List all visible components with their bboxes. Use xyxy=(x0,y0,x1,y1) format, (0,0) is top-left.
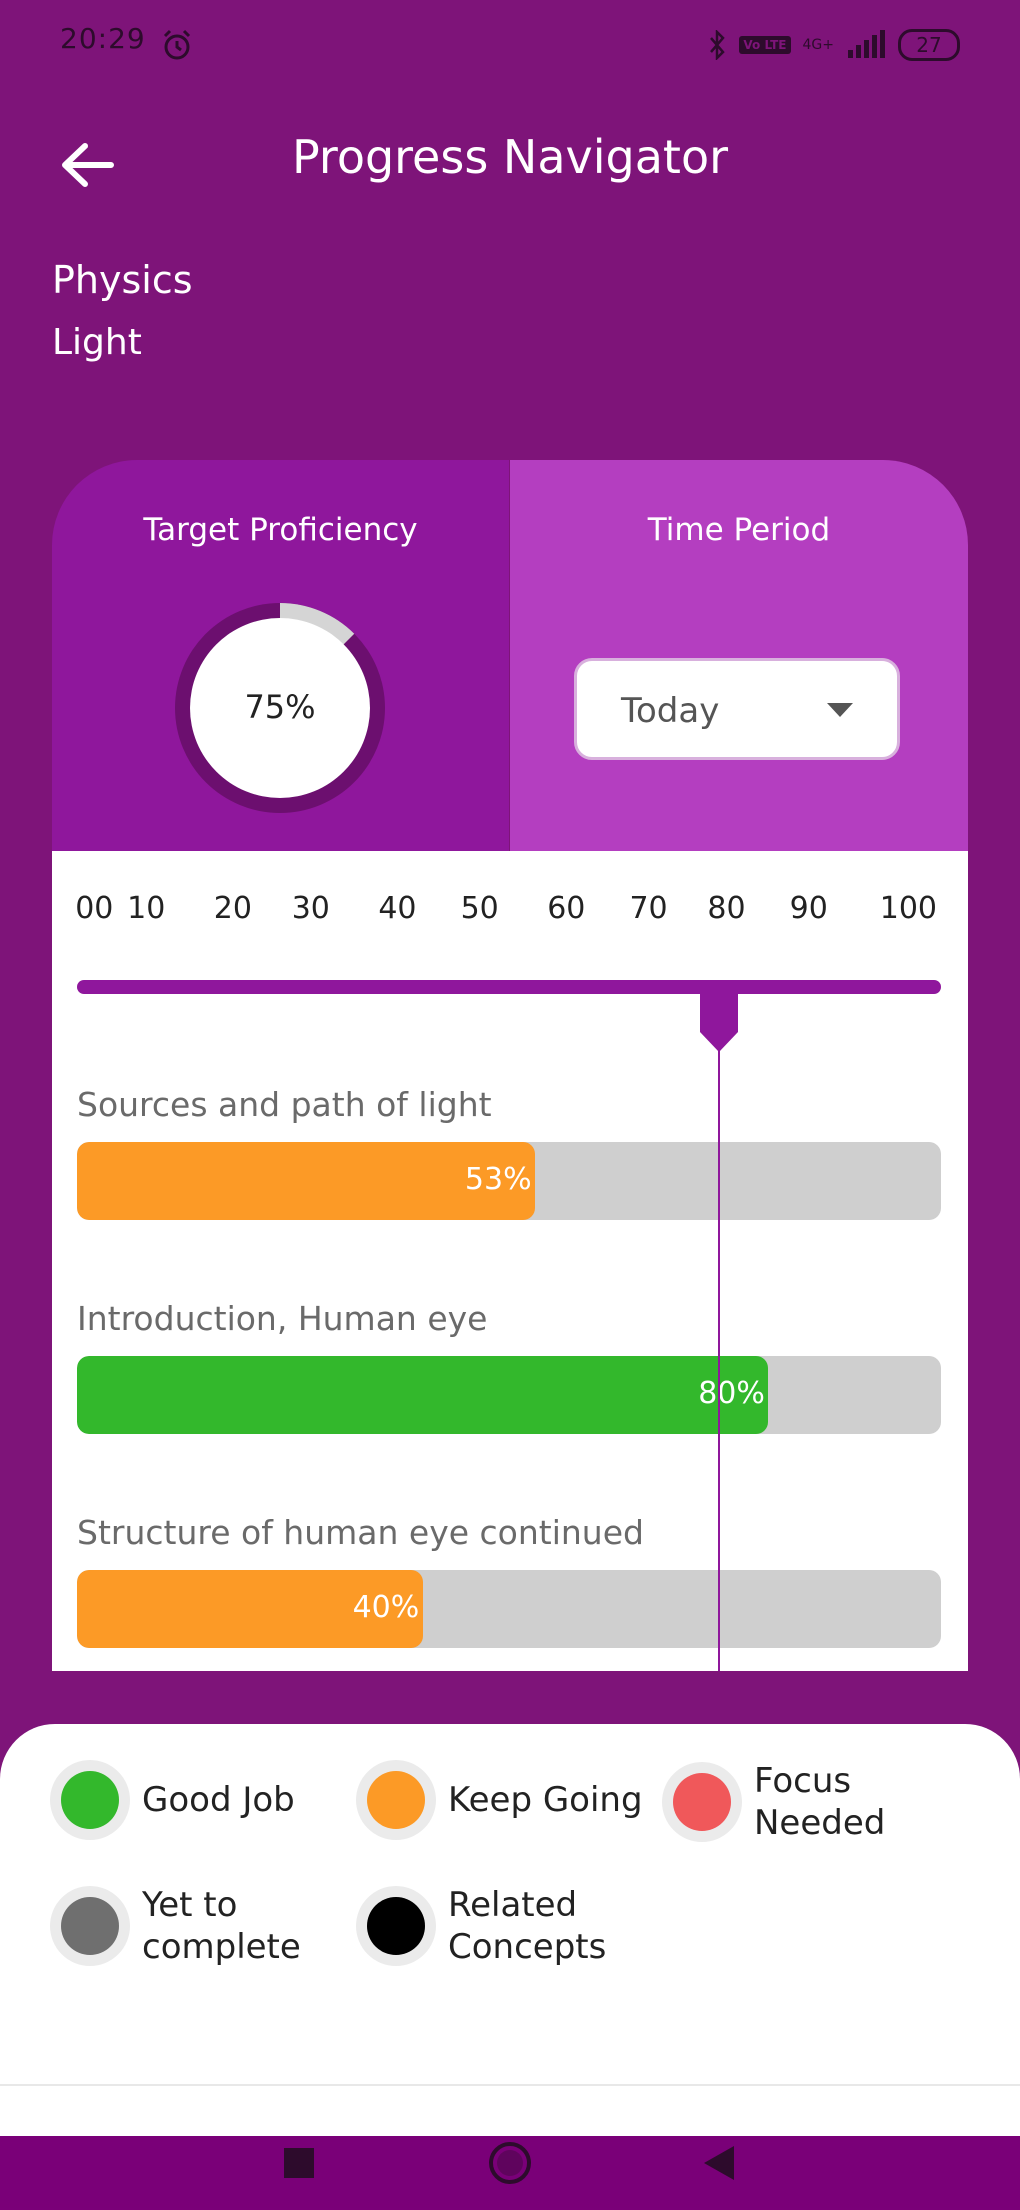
time-period-value: Today xyxy=(621,691,720,731)
time-period-label: Time Period xyxy=(647,512,831,548)
home-icon[interactable] xyxy=(487,2140,533,2186)
scale-tick: 50 xyxy=(460,891,499,926)
scale-tick: 30 xyxy=(291,891,330,926)
topic-progress-value: 40% xyxy=(352,1590,420,1625)
time-period-dropdown[interactable]: Today xyxy=(574,658,900,760)
scale-tick: 60 xyxy=(547,891,586,926)
proficiency-track[interactable] xyxy=(77,980,941,994)
volte-badge: Vo LTE xyxy=(739,36,791,54)
grey-dot-icon xyxy=(61,1897,119,1955)
subject-name: Physics xyxy=(52,258,193,302)
status-time: 20:29 xyxy=(60,22,146,55)
topic-progress-bar[interactable]: 40% xyxy=(77,1570,941,1648)
proficiency-donut[interactable]: 75% xyxy=(162,590,398,826)
scale-tick: 100 xyxy=(879,891,937,926)
target-proficiency-label: Target Proficiency xyxy=(143,512,418,548)
legend-item-related-concepts: Related Concepts xyxy=(356,1884,606,1968)
scale-tick: 90 xyxy=(789,891,828,926)
topic-progress-bar[interactable]: 53% xyxy=(77,1142,941,1220)
chapter-name: Light xyxy=(52,322,142,363)
target-marker-line xyxy=(718,994,720,1671)
battery-icon: 27 xyxy=(898,29,960,61)
recents-icon[interactable] xyxy=(284,2148,314,2178)
chevron-down-icon xyxy=(827,703,853,717)
battery-level: 27 xyxy=(916,33,942,57)
status-icons: Vo LTE 4G+ 27 xyxy=(707,28,960,62)
scale-tick: 20 xyxy=(213,891,252,926)
target-proficiency-panel: Target Proficiency 75% xyxy=(52,460,509,852)
scale-tick: 40 xyxy=(378,891,417,926)
scale-tick: 70 xyxy=(629,891,668,926)
nav-back-icon[interactable] xyxy=(700,2140,738,2186)
page-title: Progress Navigator xyxy=(291,130,728,184)
bottom-spacer xyxy=(0,2084,1020,2138)
legend-label: Related Concepts xyxy=(448,1885,607,1967)
percentage-scale: 00 10 20 30 40 50 60 70 80 90 100 xyxy=(75,891,943,931)
scale-tick: 10 xyxy=(127,891,166,926)
legend-item-focus-needed: Focus Needed xyxy=(662,1760,885,1844)
legend-item-yet-to-complete: Yet to complete xyxy=(50,1884,301,1968)
alarm-icon xyxy=(163,29,191,60)
legend-label: Focus Needed xyxy=(754,1761,886,1843)
legend-label: Yet to complete xyxy=(142,1885,301,1967)
network-type: 4G+ xyxy=(802,37,835,53)
topic-progress-value: 80% xyxy=(698,1376,765,1411)
proficiency-value: 75% xyxy=(244,688,316,726)
green-dot-icon xyxy=(61,1771,119,1829)
black-dot-icon xyxy=(367,1897,425,1955)
topic-progress-value: 53% xyxy=(464,1162,532,1197)
topic-label: Structure of human eye continued xyxy=(77,1513,644,1552)
legend-label: Keep Going xyxy=(448,1780,643,1820)
legend-item-keep-going: Keep Going xyxy=(356,1760,643,1840)
topic-progress-fill xyxy=(77,1356,769,1434)
legend-sheet: Good Job Keep Going Focus Needed Yet to … xyxy=(0,1724,1020,2084)
legend-label: Good Job xyxy=(142,1780,295,1820)
bluetooth-icon xyxy=(710,30,726,60)
orange-dot-icon xyxy=(367,1771,425,1829)
progress-card-body: 00 10 20 30 40 50 60 70 80 90 100 Source… xyxy=(52,851,968,1671)
red-dot-icon xyxy=(673,1773,731,1831)
legend-item-good-job: Good Job xyxy=(50,1760,295,1840)
topic-label: Introduction, Human eye xyxy=(77,1299,488,1338)
signal-icon xyxy=(848,30,885,58)
scale-tick: 00 xyxy=(75,891,114,926)
scale-tick: 80 xyxy=(707,891,746,926)
topic-progress-bar[interactable]: 80% xyxy=(77,1356,941,1434)
time-period-panel: Time Period Today xyxy=(510,460,968,852)
topic-label: Sources and path of light xyxy=(77,1085,492,1124)
